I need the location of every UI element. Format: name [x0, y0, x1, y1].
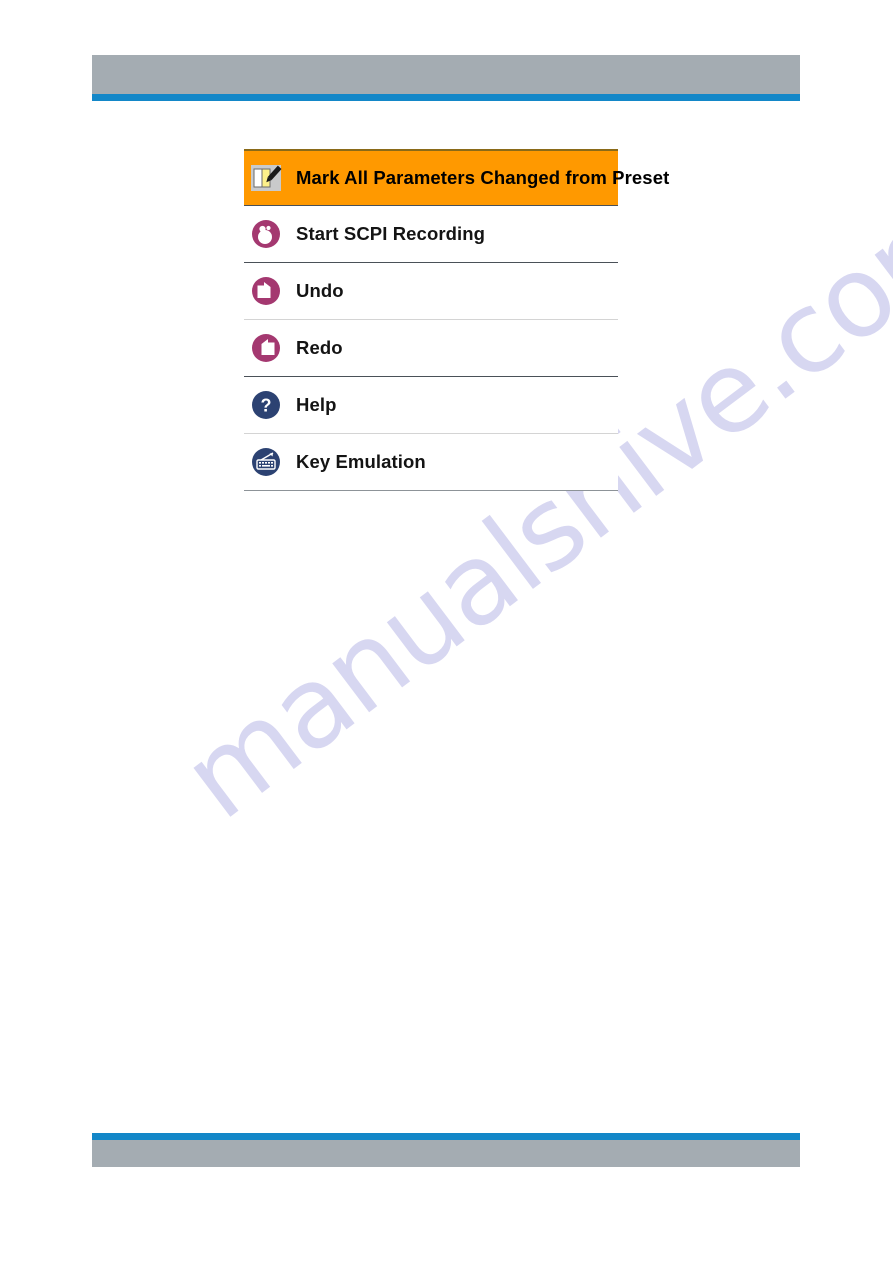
menu-item-undo[interactable]: Undo [244, 263, 618, 319]
undo-arrow-icon [246, 276, 286, 306]
page-header-bar [92, 55, 800, 94]
question-mark-icon: ? [246, 390, 286, 420]
menu-item-label: Redo [296, 337, 343, 358]
menu-item-label: Start SCPI Recording [296, 223, 486, 244]
menu-item-label: Undo [296, 280, 344, 301]
svg-text:?: ? [261, 396, 272, 416]
menu-item-redo[interactable]: Redo [244, 320, 618, 376]
page-header-accent-rule [92, 94, 800, 101]
menu-item-label: Mark All Parameters Changed from Preset [296, 167, 670, 188]
menu-item-mark-all-parameters-changed-from-preset[interactable]: Mark All Parameters Changed from Preset [244, 149, 669, 205]
menu-item-label: Help [296, 394, 337, 415]
menu-item-help[interactable]: ? Help [244, 377, 618, 433]
menu-item-key-emulation[interactable]: Key Emulation [244, 434, 618, 490]
note-pen-icon [246, 162, 286, 194]
menu-item-start-scpi-recording[interactable]: Start SCPI Recording [244, 206, 618, 262]
menu-item-label: Key Emulation [296, 451, 426, 472]
context-menu: Mark All Parameters Changed from Preset … [244, 149, 669, 491]
menu-separator [244, 490, 618, 491]
redo-arrow-icon [246, 333, 286, 363]
page-footer-accent-rule [92, 1133, 800, 1140]
record-icon [246, 219, 286, 249]
page-footer-bar [92, 1140, 800, 1167]
keyboard-icon [246, 447, 286, 477]
